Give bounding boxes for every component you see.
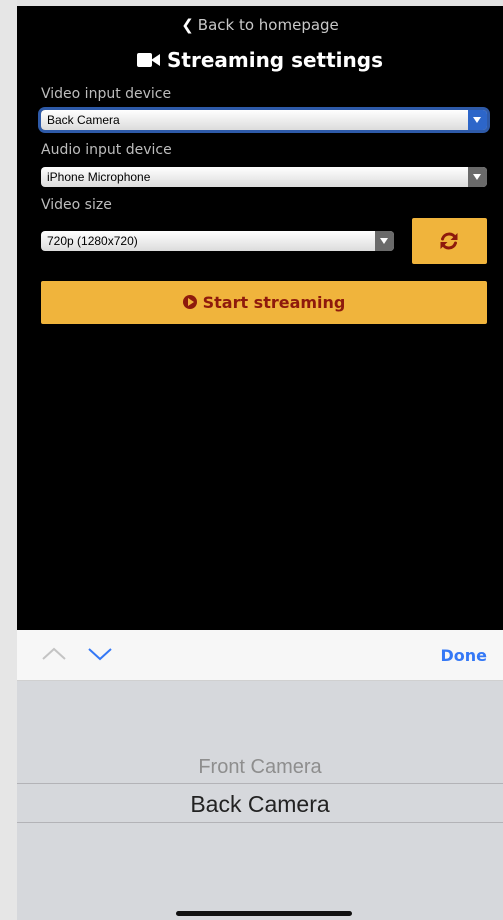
left-margin [0, 0, 17, 920]
selection-line-top [17, 783, 503, 784]
page-title-label: Streaming settings [166, 48, 383, 72]
dropdown-arrow-icon [468, 110, 487, 130]
video-input-value: Back Camera [47, 113, 120, 127]
back-link-label: Back to homepage [197, 16, 339, 34]
picker-option-back-camera[interactable]: Back Camera [17, 791, 503, 818]
refresh-button[interactable] [412, 218, 487, 264]
start-streaming-button[interactable]: Start streaming [41, 281, 487, 324]
picker-wheel[interactable]: Front Camera Back Camera [17, 681, 503, 920]
start-streaming-label: Start streaming [202, 293, 346, 312]
next-field-chevron-down-icon[interactable] [87, 646, 113, 662]
chevron-left-icon: ❮ [181, 16, 194, 34]
video-input-label: Video input device [41, 86, 172, 102]
audio-input-value: iPhone Microphone [47, 170, 151, 184]
video-camera-icon [136, 52, 161, 68]
video-size-label: Video size [41, 197, 112, 213]
audio-input-label: Audio input device [41, 142, 172, 158]
previous-field-chevron-up-icon[interactable] [41, 646, 67, 662]
video-size-select[interactable]: 720p (1280x720) [41, 231, 394, 251]
video-size-value: 720p (1280x720) [47, 234, 138, 248]
selection-line-bottom [17, 822, 503, 823]
done-button[interactable]: Done [440, 646, 487, 665]
keyboard-toolbar: Done [17, 630, 503, 681]
audio-input-select[interactable]: iPhone Microphone [41, 167, 487, 187]
app-screen: ❮ Back to homepage Streaming settings Vid… [17, 0, 503, 630]
status-bar-edge [17, 0, 503, 6]
refresh-icon [440, 232, 458, 250]
back-to-homepage-link[interactable]: ❮ Back to homepage [17, 16, 503, 34]
home-indicator [176, 911, 352, 916]
play-circle-icon [182, 294, 197, 309]
page-title: Streaming settings [17, 48, 503, 72]
dropdown-arrow-icon [468, 167, 487, 187]
dropdown-arrow-icon [375, 231, 394, 251]
video-input-select[interactable]: Back Camera [41, 110, 487, 130]
picker-option-front-camera[interactable]: Front Camera [17, 756, 503, 779]
